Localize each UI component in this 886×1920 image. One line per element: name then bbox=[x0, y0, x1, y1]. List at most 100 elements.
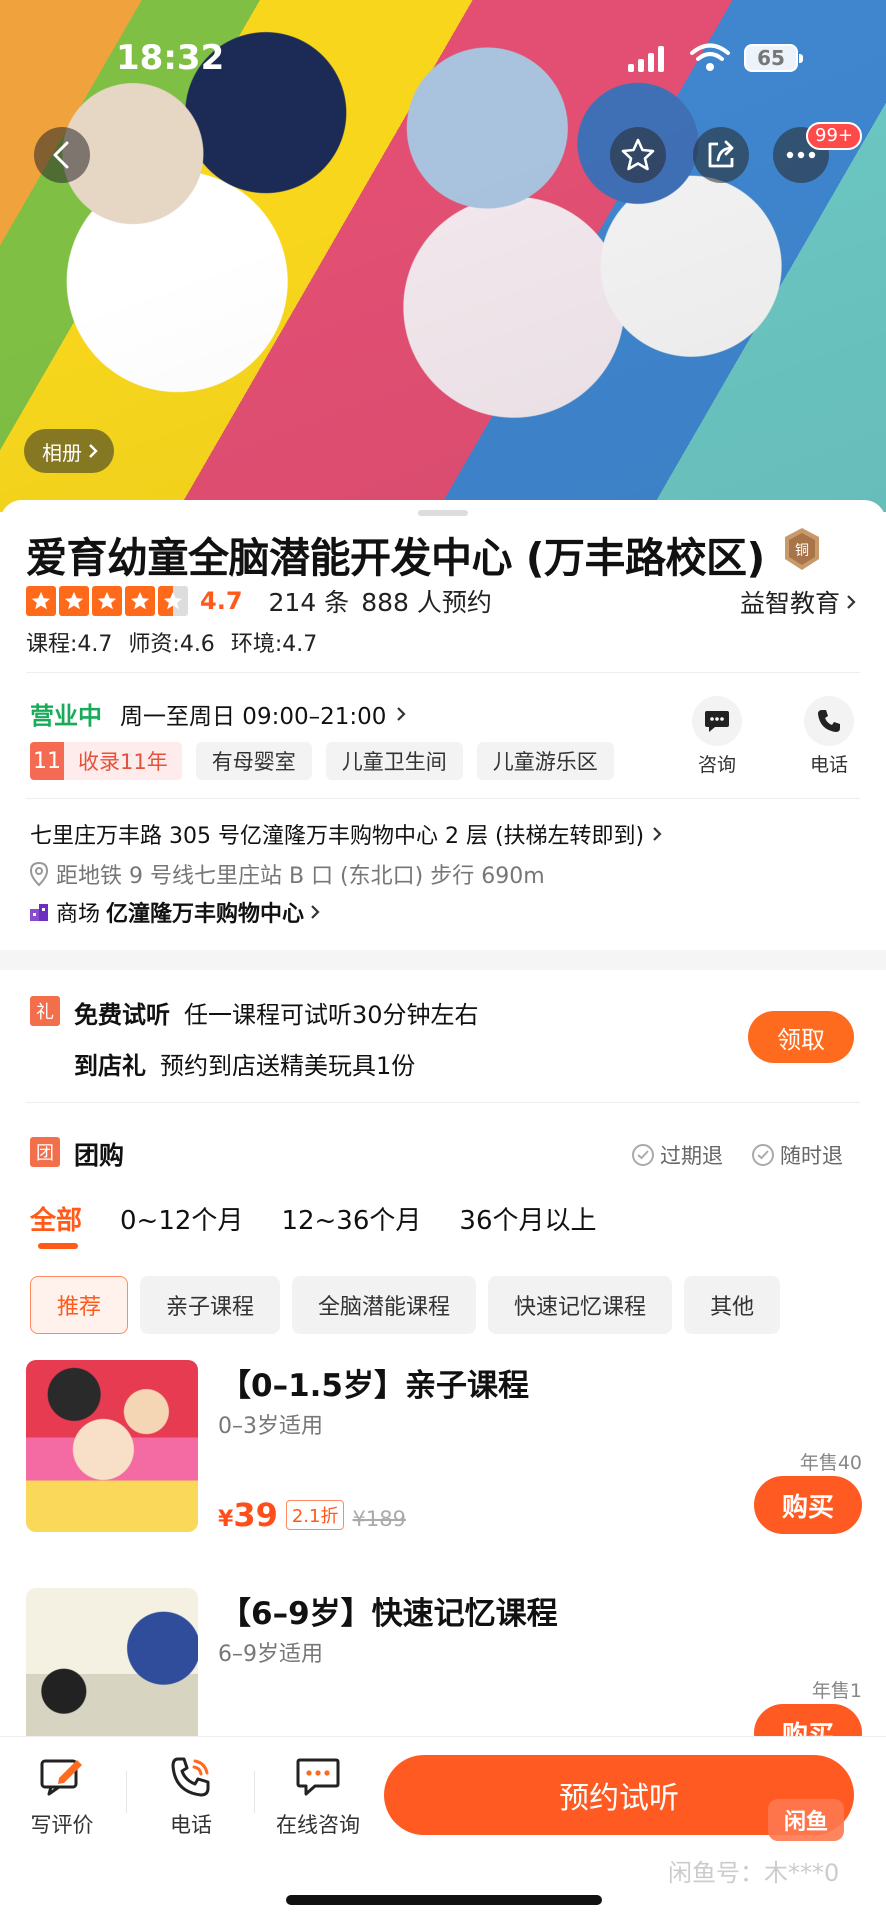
claim-button[interactable]: 领取 bbox=[748, 1011, 854, 1063]
svg-text:铜: 铜 bbox=[795, 543, 809, 559]
divider bbox=[26, 672, 860, 673]
years-label: 收录11年 bbox=[78, 750, 168, 774]
group-buy-icon: 团 bbox=[30, 1137, 60, 1167]
buy-button[interactable]: 购买 bbox=[754, 1476, 862, 1534]
check-circle-icon bbox=[632, 1144, 654, 1166]
chat-bubble-icon bbox=[705, 711, 729, 732]
teacher-score: 师资:4.6 bbox=[128, 632, 215, 657]
tag-nursing-room: 有母婴室 bbox=[195, 742, 312, 780]
product-price-row: ¥39 2.1折 ¥189 bbox=[218, 1496, 406, 1534]
facility-tags: 11 收录11年 有母婴室 儿童卫生间 儿童游乐区 bbox=[30, 742, 614, 780]
business-hours-row[interactable]: 营业中 周一至周日 09:00–21:00 bbox=[30, 696, 406, 731]
subway-text: 距地铁 9 号线七里庄站 B 口 (东北口) 步行 690m bbox=[56, 864, 545, 889]
write-review-button[interactable]: 写评价 bbox=[12, 1751, 112, 1839]
product-thumbnail bbox=[26, 1588, 198, 1760]
online-chat-label: 在线咨询 bbox=[276, 1813, 360, 1837]
divider bbox=[26, 798, 860, 799]
age-tabs: 全部 0~12个月 12~36个月 36个月以上 bbox=[30, 1200, 597, 1249]
gift-tag-icon: 礼 bbox=[30, 996, 60, 1026]
album-button[interactable]: 相册 bbox=[24, 429, 114, 473]
product-thumbnail bbox=[26, 1360, 198, 1532]
open-status: 营业中 bbox=[30, 702, 102, 730]
chip-other[interactable]: 其他 bbox=[684, 1276, 781, 1334]
chevron-right-icon bbox=[89, 444, 98, 458]
favorite-button[interactable] bbox=[610, 127, 666, 183]
cellular-signal-icon bbox=[628, 46, 664, 72]
divider bbox=[254, 1771, 255, 1813]
chip-recommended[interactable]: 推荐 bbox=[30, 1276, 129, 1334]
star-icon bbox=[125, 586, 155, 616]
product-title: 【0–1.5岁】亲子课程 bbox=[220, 1368, 529, 1404]
mall-prefix: 商场 bbox=[56, 902, 101, 927]
mall-link[interactable]: 商场 亿潼隆万丰购物中心 bbox=[28, 896, 320, 928]
tab-12-36-months[interactable]: 12~36个月 bbox=[281, 1200, 421, 1237]
rating-row[interactable]: 4.7 214 条 888 人预约 bbox=[26, 584, 492, 618]
star-icon bbox=[59, 586, 89, 616]
consult-button[interactable] bbox=[692, 696, 742, 746]
product-annual-sales: 年售1 bbox=[811, 1680, 862, 1702]
product-title: 【6–9岁】快速记忆课程 bbox=[220, 1596, 558, 1632]
discount-badge: 2.1折 bbox=[285, 1500, 345, 1530]
phone-icon bbox=[818, 710, 840, 732]
review-count: 214 条 bbox=[268, 588, 350, 617]
store-gift-promo: 到店礼 预约到店送精美玩具1份 bbox=[74, 1046, 415, 1081]
phone-button[interactable] bbox=[804, 696, 854, 746]
star-icon bbox=[26, 586, 56, 616]
trial-title: 免费试听 bbox=[74, 1001, 170, 1029]
chevron-right-icon bbox=[311, 905, 320, 919]
group-buy-title: 团购 bbox=[74, 1141, 125, 1170]
address-link[interactable]: 七里庄万丰路 305 号亿潼隆万丰购物中心 2 层 (扶梯左转即到) bbox=[30, 818, 662, 850]
consult-label: 咨询 bbox=[697, 754, 736, 776]
course-filter-chips: 推荐 亲子课程 全脑潜能课程 快速记忆课程 其他 bbox=[30, 1276, 781, 1334]
original-price: ¥189 bbox=[352, 1507, 406, 1531]
sub-scores: 课程:4.7 师资:4.6 环境:4.7 bbox=[26, 626, 317, 658]
refund-expired-label: 过期退 bbox=[660, 1144, 723, 1168]
chat-icon bbox=[296, 1758, 340, 1796]
shop-info-card: 爱育幼童全脑潜能开发中心 (万丰路校区) 铜 4.7 214 条 888 人预约… bbox=[0, 500, 886, 950]
listed-years-tag: 11 收录11年 bbox=[30, 742, 182, 780]
address-text: 七里庄万丰路 305 号亿潼隆万丰购物中心 2 层 (扶梯左转即到) bbox=[30, 824, 645, 849]
notification-badge: 99+ bbox=[806, 122, 862, 150]
drag-handle[interactable] bbox=[418, 510, 468, 516]
subway-info: 距地铁 9 号线七里庄站 B 口 (东北口) 步行 690m bbox=[28, 858, 545, 890]
chevron-left-icon bbox=[53, 141, 69, 169]
free-trial-promo: 免费试听 任一课程可试听30分钟左右 bbox=[74, 995, 479, 1030]
back-button[interactable] bbox=[34, 127, 90, 183]
course-score: 课程:4.7 bbox=[26, 632, 113, 657]
gift-desc: 预约到店送精美玩具1份 bbox=[160, 1052, 416, 1080]
call-button[interactable]: 电话 bbox=[141, 1751, 241, 1839]
star-icon bbox=[92, 586, 122, 616]
wifi-icon bbox=[690, 43, 730, 71]
product-price: ¥39 bbox=[218, 1496, 278, 1534]
chip-fast-memory[interactable]: 快速记忆课程 bbox=[488, 1276, 673, 1334]
tab-0-12-months[interactable]: 0~12个月 bbox=[120, 1200, 243, 1237]
more-dots-icon bbox=[786, 151, 816, 159]
mall-building-icon bbox=[30, 904, 48, 921]
status-time: 18:32 bbox=[116, 38, 225, 78]
refund-expired-badge: 过期退 bbox=[632, 1140, 723, 1170]
chevron-right-icon bbox=[653, 827, 662, 841]
hero-photo[interactable]: 18:32 65 99+ 相册 bbox=[0, 0, 886, 512]
watermark-logo: 闲鱼 bbox=[768, 1799, 844, 1841]
online-chat-button[interactable]: 在线咨询 bbox=[268, 1751, 368, 1839]
bottom-action-bar: 写评价 电话 在线咨询 预约试听 闲鱼 闲鱼号：木***0 bbox=[0, 1736, 886, 1920]
chip-parent-child[interactable]: 亲子课程 bbox=[140, 1276, 281, 1334]
tab-36-months-plus[interactable]: 36个月以上 bbox=[459, 1200, 596, 1237]
star-outline-icon bbox=[621, 138, 655, 171]
section-gap bbox=[0, 950, 886, 970]
share-icon bbox=[708, 140, 734, 168]
product-annual-sales: 年售40 bbox=[799, 1452, 862, 1474]
home-indicator[interactable] bbox=[286, 1895, 602, 1905]
half-star-icon bbox=[158, 586, 188, 616]
call-label: 电话 bbox=[170, 1813, 212, 1837]
share-button[interactable] bbox=[693, 127, 749, 183]
business-hours: 周一至周日 09:00–21:00 bbox=[120, 703, 387, 730]
phone-call-icon bbox=[171, 1757, 210, 1797]
category-link[interactable]: 益智教育 bbox=[740, 584, 856, 620]
tab-all[interactable]: 全部 bbox=[30, 1200, 82, 1249]
product-card[interactable]: 【0–1.5岁】亲子课程 0–3岁适用 年售40 ¥39 2.1折 ¥189 购… bbox=[0, 1360, 886, 1570]
rating-score: 4.7 bbox=[200, 587, 243, 615]
check-circle-icon bbox=[752, 1144, 774, 1166]
booking-count: 888 人预约 bbox=[361, 588, 492, 617]
chip-whole-brain[interactable]: 全脑潜能课程 bbox=[292, 1276, 477, 1334]
